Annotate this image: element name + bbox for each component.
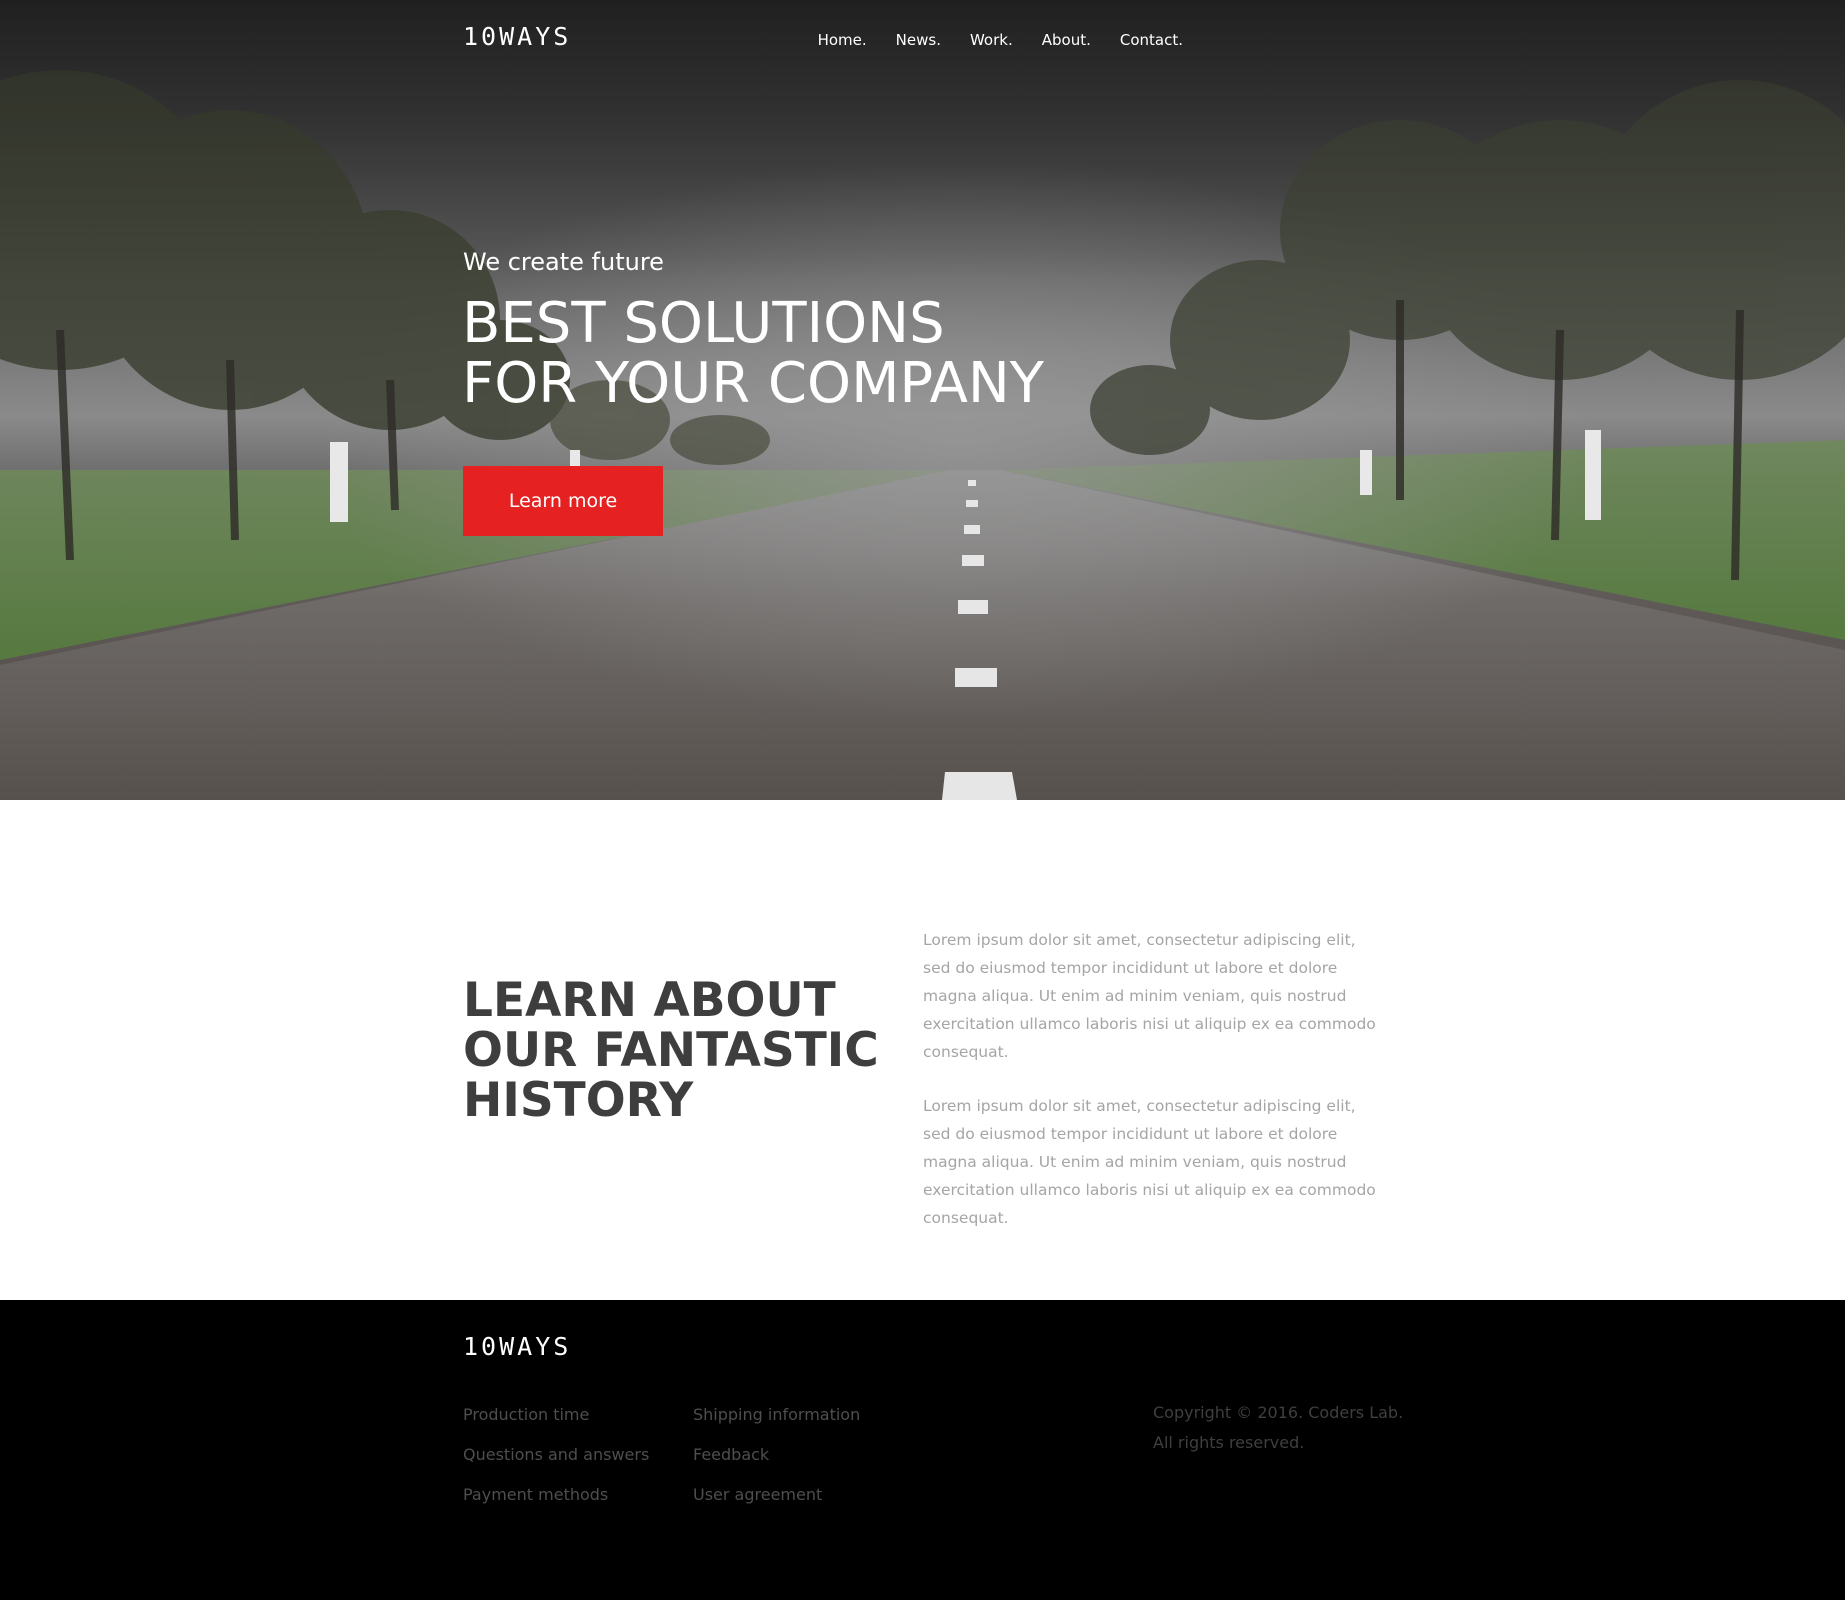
footer: 10WAYS Production time Questions and ans… [0,1300,1845,1600]
hero-title-line-2: FOR YOUR COMPANY [462,351,1045,416]
nav-item-work[interactable]: Work. [970,31,1013,49]
footer-link-shipping-information[interactable]: Shipping information [693,1404,860,1426]
hero-title: BEST SOLUTIONS FOR YOUR COMPANY [462,294,1044,414]
about-text: Lorem ipsum dolor sit amet, consectetur … [923,926,1383,1258]
footer-link-production-time[interactable]: Production time [463,1404,649,1426]
nav-item-contact[interactable]: Contact. [1120,31,1183,49]
about-paragraph: Lorem ipsum dolor sit amet, consectetur … [923,1097,1376,1227]
nav-item-news[interactable]: News. [896,31,941,49]
copyright: Copyright © 2016. Coders Lab. All rights… [1153,1398,1403,1458]
about-title-line-2: OUR FANTASTIC [463,1023,879,1078]
hero-section: 10WAYS Home. News. Work. About. Contact.… [0,0,1845,800]
footer-links-column-2: Shipping information Feedback User agree… [693,1404,860,1506]
learn-more-button[interactable]: Learn more [463,466,663,536]
nav-item-home[interactable]: Home. [818,31,867,49]
about-title-line-1: LEARN ABOUT [463,973,836,1028]
hero-title-line-1: BEST SOLUTIONS [462,291,945,356]
hero-subtitle: We create future [463,248,664,276]
footer-link-user-agreement[interactable]: User agreement [693,1484,860,1506]
footer-logo[interactable]: 10WAYS [463,1332,571,1361]
about-paragraph: Lorem ipsum dolor sit amet, consectetur … [923,931,1376,1061]
footer-link-payment-methods[interactable]: Payment methods [463,1484,649,1506]
footer-links-column-1: Production time Questions and answers Pa… [463,1404,649,1506]
copyright-line-2: All rights reserved. [1153,1433,1305,1452]
about-title-line-3: HISTORY [463,1073,694,1128]
about-title: LEARN ABOUT OUR FANTASTIC HISTORY [463,976,879,1126]
footer-link-questions-and-answers[interactable]: Questions and answers [463,1444,649,1466]
footer-link-feedback[interactable]: Feedback [693,1444,860,1466]
header-logo[interactable]: 10WAYS [463,22,571,51]
about-section: LEARN ABOUT OUR FANTASTIC HISTORY Lorem … [0,800,1845,1300]
nav-item-about[interactable]: About. [1042,31,1091,49]
copyright-line-1: Copyright © 2016. Coders Lab. [1153,1403,1404,1422]
main-nav: Home. News. Work. About. Contact. [818,31,1183,49]
